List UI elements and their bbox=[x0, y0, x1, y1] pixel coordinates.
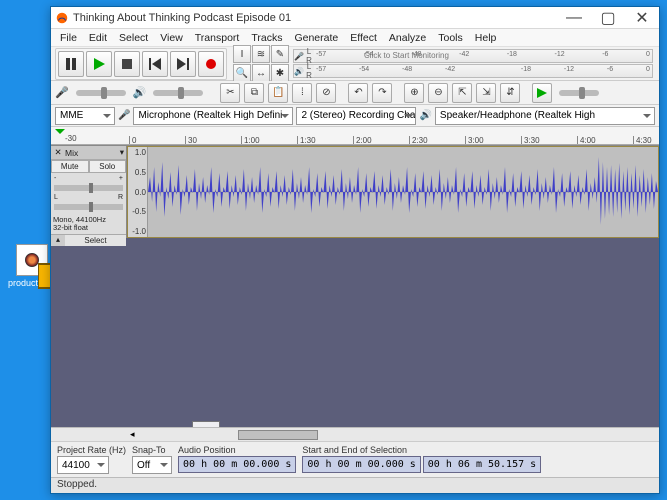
play-speed-slider[interactable] bbox=[559, 90, 599, 96]
recording-meter[interactable]: 🎤 LR -57-54-48-42Click to Start Monitori… bbox=[293, 49, 653, 63]
track-menu-button[interactable]: ▾ bbox=[120, 147, 124, 158]
speaker-icon: 🔊 bbox=[294, 67, 304, 76]
draw-tool[interactable]: ✎ bbox=[271, 45, 289, 63]
selection-tool[interactable]: I bbox=[233, 45, 251, 63]
silence-button[interactable]: ⊘ bbox=[316, 83, 336, 103]
multi-tool[interactable]: ✱ bbox=[271, 64, 289, 82]
snap-combo[interactable]: Off bbox=[132, 456, 172, 474]
mic-volume-icon: 🎤 bbox=[55, 86, 69, 99]
input-device-combo[interactable]: Microphone (Realtek High Defini bbox=[133, 107, 293, 125]
play-at-speed-button[interactable] bbox=[532, 83, 552, 103]
playback-volume-slider[interactable] bbox=[153, 90, 203, 96]
playback-meter[interactable]: 🔊 LR -57-54-48-42-18-12-60 bbox=[293, 64, 653, 78]
output-device-icon: 🔊 bbox=[419, 110, 431, 121]
drag-file-icon bbox=[192, 421, 220, 427]
redo-button[interactable]: ↷ bbox=[372, 83, 392, 103]
play-button[interactable] bbox=[86, 51, 112, 77]
status-bar: Stopped. bbox=[51, 477, 659, 493]
drag-ghost: producti... Move bbox=[186, 421, 226, 427]
zoom-in-button[interactable]: ⊕ bbox=[404, 83, 424, 103]
menu-file[interactable]: File bbox=[55, 31, 82, 45]
track-format-info: Mono, 44100Hz32-bit float bbox=[51, 215, 126, 234]
edit-toolbar: 🎤 🔊 ✂ ⧉ 📋 ⁞ ⊘ ↶ ↷ ⊕ ⊖ ⇱ ⇲ ⇵ bbox=[51, 81, 659, 105]
audio-host-combo[interactable]: MME bbox=[55, 107, 115, 125]
skip-start-button[interactable] bbox=[142, 51, 168, 77]
solo-button[interactable]: Solo bbox=[89, 160, 127, 173]
menu-view[interactable]: View bbox=[155, 31, 188, 45]
record-button[interactable] bbox=[198, 51, 224, 77]
selection-toolbar: Project Rate (Hz) 44100 Snap-To Off Audi… bbox=[51, 441, 659, 477]
envelope-tool[interactable]: ≋ bbox=[252, 45, 270, 63]
track-name[interactable]: Mix bbox=[63, 148, 120, 158]
menu-tools[interactable]: Tools bbox=[433, 31, 468, 45]
track-control-panel: ✕ Mix ▾ Mute Solo -+ LR Mono, 44100Hz32-… bbox=[51, 146, 127, 238]
copy-button[interactable]: ⧉ bbox=[244, 83, 264, 103]
meters-group: 🎤 LR -57-54-48-42Click to Start Monitori… bbox=[291, 48, 655, 79]
fit-selection-button[interactable]: ⇱ bbox=[452, 83, 472, 103]
window-title: Thinking About Thinking Podcast Episode … bbox=[73, 12, 557, 24]
waveform-display[interactable]: 1.00.50.0-0.5-1.0 bbox=[127, 146, 659, 238]
audio-position-label: Audio Position bbox=[178, 445, 296, 455]
menu-generate[interactable]: Generate bbox=[289, 31, 343, 45]
app-icon bbox=[55, 11, 69, 25]
timeshift-tool[interactable]: ↔ bbox=[252, 64, 270, 82]
menu-edit[interactable]: Edit bbox=[84, 31, 112, 45]
project-rate-combo[interactable]: 44100 bbox=[57, 456, 109, 474]
transport-toolbar: I ≋ ✎ 🔍 ↔ ✱ 🎤 LR -57-54-48-42Click to St… bbox=[51, 47, 659, 81]
fit-project-button[interactable]: ⇲ bbox=[476, 83, 496, 103]
ruler-neg: -30 bbox=[65, 134, 77, 143]
skip-end-button[interactable] bbox=[170, 51, 196, 77]
selection-start-value[interactable]: 00 h 00 m 00.000 s bbox=[302, 456, 420, 473]
stop-button[interactable] bbox=[114, 51, 140, 77]
menu-tracks[interactable]: Tracks bbox=[246, 31, 287, 45]
gain-slider[interactable] bbox=[54, 185, 123, 191]
track-area[interactable]: ✕ Mix ▾ Mute Solo -+ LR Mono, 44100Hz32-… bbox=[51, 145, 659, 427]
tool-palette: I ≋ ✎ 🔍 ↔ ✱ bbox=[233, 45, 289, 82]
trim-button[interactable]: ⁞ bbox=[292, 83, 312, 103]
menubar: File Edit Select View Transport Tracks G… bbox=[51, 29, 659, 47]
audio-track: ✕ Mix ▾ Mute Solo -+ LR Mono, 44100Hz32-… bbox=[51, 146, 659, 238]
snap-label: Snap-To bbox=[132, 445, 172, 455]
track-select-button[interactable]: Select bbox=[65, 235, 126, 246]
project-rate-label: Project Rate (Hz) bbox=[57, 445, 126, 455]
menu-analyze[interactable]: Analyze bbox=[384, 31, 431, 45]
input-device-icon: 🎤 bbox=[118, 110, 130, 121]
output-device-combo[interactable]: Speaker/Headphone (Realtek High bbox=[435, 107, 655, 125]
device-toolbar: MME 🎤 Microphone (Realtek High Defini 2 … bbox=[51, 105, 659, 127]
menu-effect[interactable]: Effect bbox=[345, 31, 382, 45]
file-icon bbox=[16, 244, 48, 276]
mute-button[interactable]: Mute bbox=[51, 160, 89, 173]
pause-button[interactable] bbox=[58, 51, 84, 77]
audio-position-value[interactable]: 00 h 00 m 00.000 s bbox=[178, 456, 296, 473]
audacity-window: Thinking About Thinking Podcast Episode … bbox=[50, 6, 660, 494]
playhead-marker[interactable] bbox=[55, 129, 65, 139]
speaker-volume-icon: 🔊 bbox=[133, 86, 147, 99]
timeline-ruler[interactable]: -30 0 30 1:00 1:30 2:00 2:30 3:00 3:30 4… bbox=[51, 127, 659, 145]
cut-button[interactable]: ✂ bbox=[220, 83, 240, 103]
titlebar: Thinking About Thinking Podcast Episode … bbox=[51, 7, 659, 29]
selection-end-value[interactable]: 00 h 06 m 50.157 s bbox=[423, 456, 541, 473]
zoom-out-button[interactable]: ⊖ bbox=[428, 83, 448, 103]
desktop-file-icon[interactable]: production... bbox=[8, 244, 56, 288]
mic-icon: 🎤 bbox=[294, 52, 304, 61]
minimize-button[interactable]: — bbox=[557, 7, 591, 29]
paste-button[interactable]: 📋 bbox=[268, 83, 288, 103]
selection-range-label: Start and End of Selection bbox=[302, 445, 541, 455]
zoom-tool[interactable]: 🔍 bbox=[233, 64, 251, 82]
pan-slider[interactable] bbox=[54, 204, 123, 210]
menu-transport[interactable]: Transport bbox=[190, 31, 245, 45]
track-close-button[interactable]: ✕ bbox=[53, 147, 63, 158]
menu-help[interactable]: Help bbox=[470, 31, 502, 45]
recording-volume-slider[interactable] bbox=[76, 90, 126, 96]
undo-button[interactable]: ↶ bbox=[348, 83, 368, 103]
zoom-toggle-button[interactable]: ⇵ bbox=[500, 83, 520, 103]
amplitude-scale: 1.00.50.0-0.5-1.0 bbox=[128, 147, 148, 237]
desktop-file-label: production... bbox=[8, 278, 56, 288]
horizontal-scrollbar[interactable]: ◂ bbox=[51, 427, 659, 441]
track-collapse-button[interactable]: ▴ bbox=[51, 235, 65, 246]
menu-select[interactable]: Select bbox=[114, 31, 153, 45]
channels-combo[interactable]: 2 (Stereo) Recording Cha bbox=[296, 107, 416, 125]
maximize-button[interactable]: ▢ bbox=[591, 7, 625, 29]
close-button[interactable]: ✕ bbox=[625, 7, 659, 29]
